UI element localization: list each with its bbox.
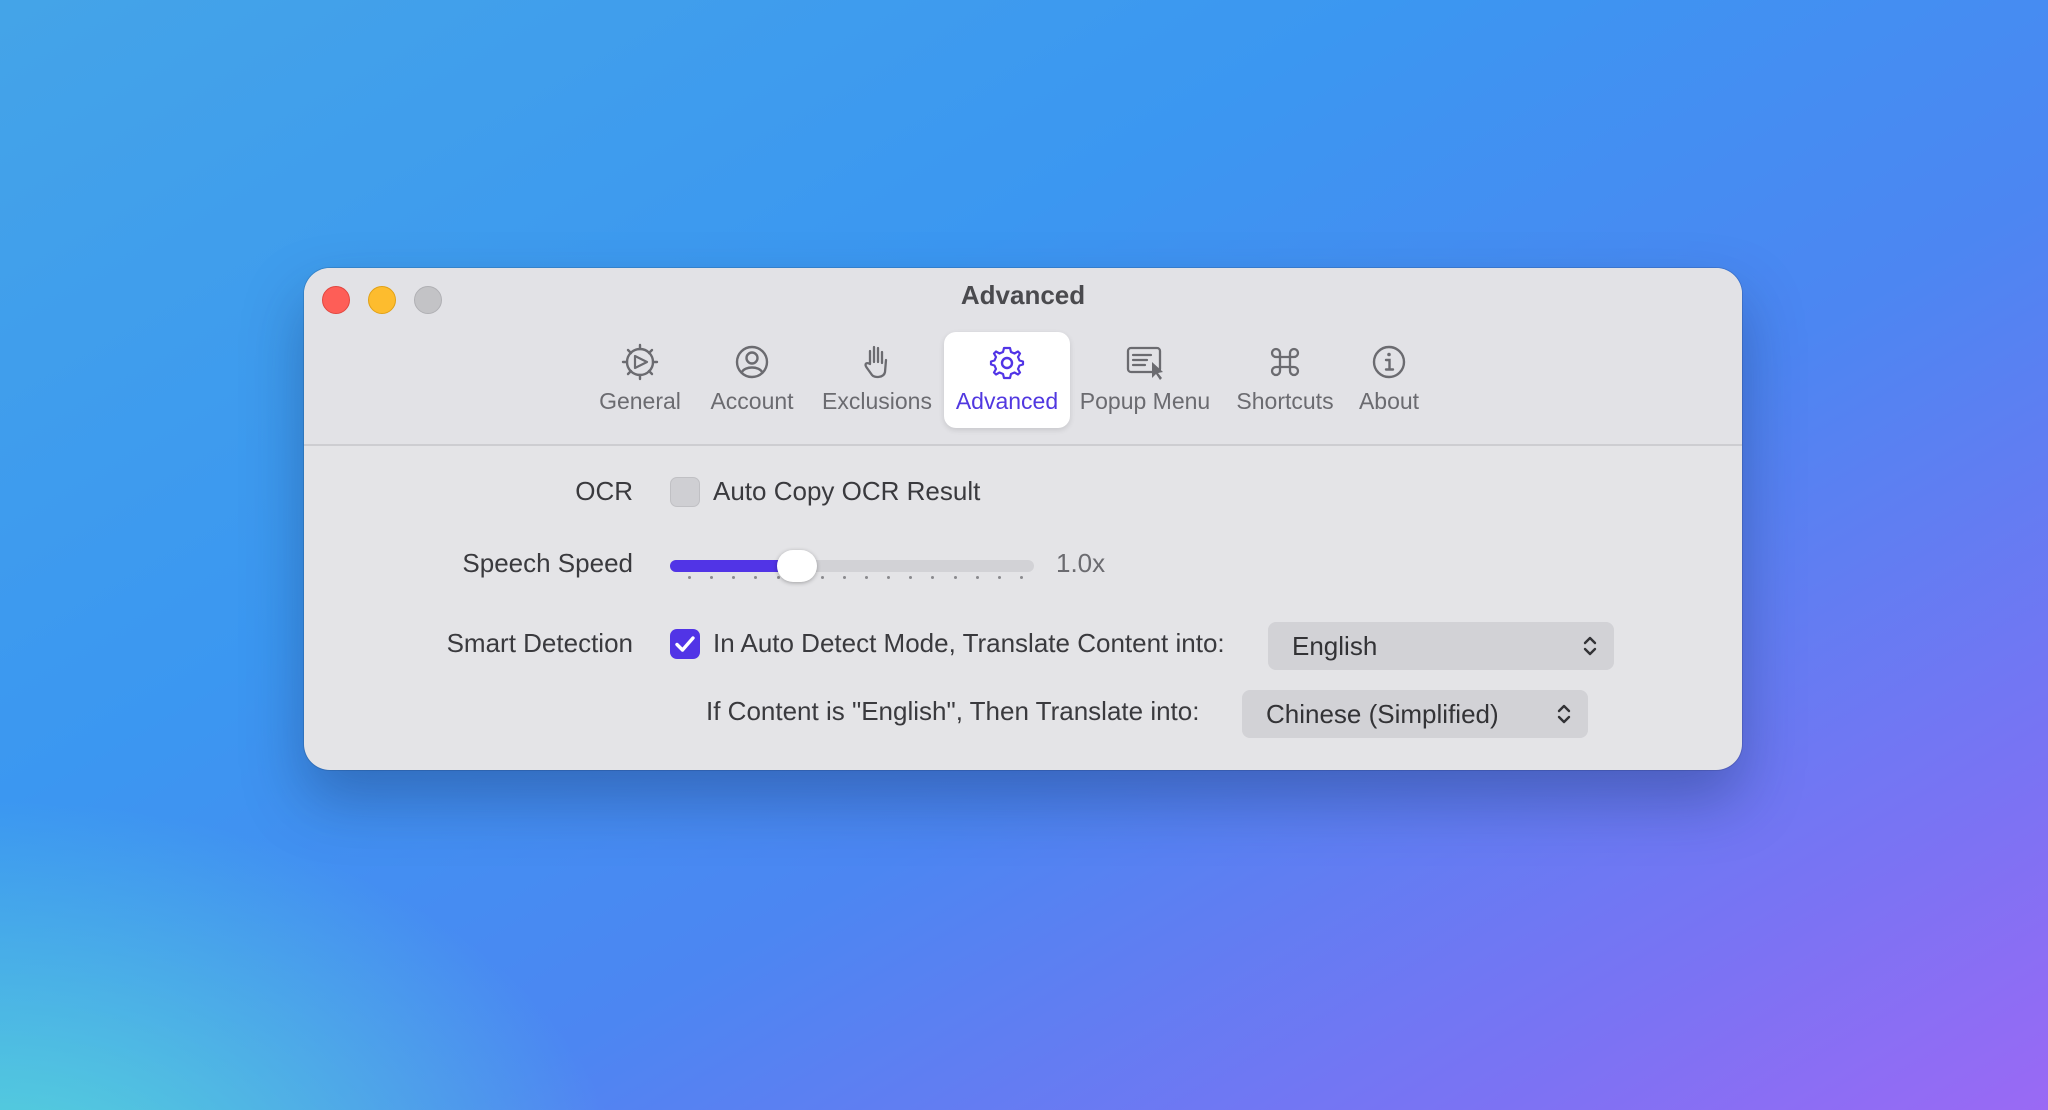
auto-copy-ocr-label[interactable]: Auto Copy OCR Result [713, 476, 980, 507]
speech-speed-slider[interactable] [670, 560, 1034, 572]
tab-label: Exclusions [822, 388, 932, 414]
gear-dial-icon [621, 343, 659, 381]
slider-tick [975, 576, 979, 579]
auto-copy-ocr-checkbox[interactable] [670, 477, 700, 507]
tab-label: General [599, 388, 681, 414]
auto-detect-label[interactable]: In Auto Detect Mode, Translate Content i… [713, 628, 1225, 659]
speech-speed-label: Speech Speed [462, 548, 633, 578]
chevron-up-down-icon [1557, 704, 1571, 724]
window-title: Advanced [960, 280, 1086, 310]
hand-raised-icon [864, 345, 888, 379]
slider-thumb[interactable] [777, 550, 818, 582]
tab-label: Popup Menu [1079, 388, 1211, 414]
slider-tick [953, 576, 957, 579]
tab-label: Account [710, 388, 794, 414]
tab-bar: General Account Exclusions Advanced Popu… [304, 332, 1742, 432]
slider-tick [842, 576, 846, 579]
tab-general[interactable]: General [588, 332, 692, 428]
tab-advanced[interactable]: Advanced [944, 332, 1070, 428]
tab-label: About [1358, 388, 1420, 414]
smart-detection-label: Smart Detection [446, 628, 633, 658]
slider-tick [997, 576, 1001, 579]
target-language-select[interactable]: English [1268, 622, 1614, 670]
slider-tick [688, 576, 691, 579]
command-icon [1270, 347, 1300, 377]
tab-shortcuts[interactable]: Shortcuts [1230, 332, 1340, 428]
info-circle-icon [1372, 345, 1406, 379]
speech-speed-value: 1.0x [1056, 548, 1106, 578]
fallback-language-value: Chinese (Simplified) [1266, 699, 1499, 729]
slider-tick [820, 576, 824, 579]
popup-menu-icon [1126, 346, 1163, 380]
tab-exclusions[interactable]: Exclusions [814, 332, 940, 428]
slider-tick [887, 576, 891, 579]
auto-detect-checkbox[interactable] [670, 629, 700, 659]
tab-label: Shortcuts [1236, 388, 1334, 414]
slider-tick [732, 576, 736, 579]
slider-tick [754, 576, 758, 579]
gear-icon [989, 346, 1025, 380]
target-language-value: English [1292, 631, 1378, 661]
tab-about[interactable]: About [1344, 332, 1434, 428]
slider-tick [865, 576, 869, 579]
chevron-up-down-icon [1583, 636, 1597, 656]
checkmark-icon [675, 636, 695, 652]
slider-tick [931, 576, 935, 579]
ocr-label: OCR [575, 476, 633, 506]
tab-account[interactable]: Account [700, 332, 804, 428]
settings-window: Advanced General Account Exclusions Adva… [304, 268, 1742, 770]
slider-tick [1020, 576, 1023, 579]
slider-tick [776, 576, 780, 579]
slider-tick [909, 576, 913, 579]
tab-popup-menu[interactable]: Popup Menu [1078, 332, 1212, 428]
fallback-language-select[interactable]: Chinese (Simplified) [1242, 690, 1588, 738]
toolbar: Advanced General Account Exclusions Adva… [304, 268, 1742, 446]
slider-ticks [688, 576, 1023, 582]
slider-tick [710, 576, 714, 579]
fallback-language-label: If Content is "English", Then Translate … [706, 696, 1200, 726]
person-circle-icon [735, 345, 769, 379]
tab-label: Advanced [955, 388, 1059, 414]
